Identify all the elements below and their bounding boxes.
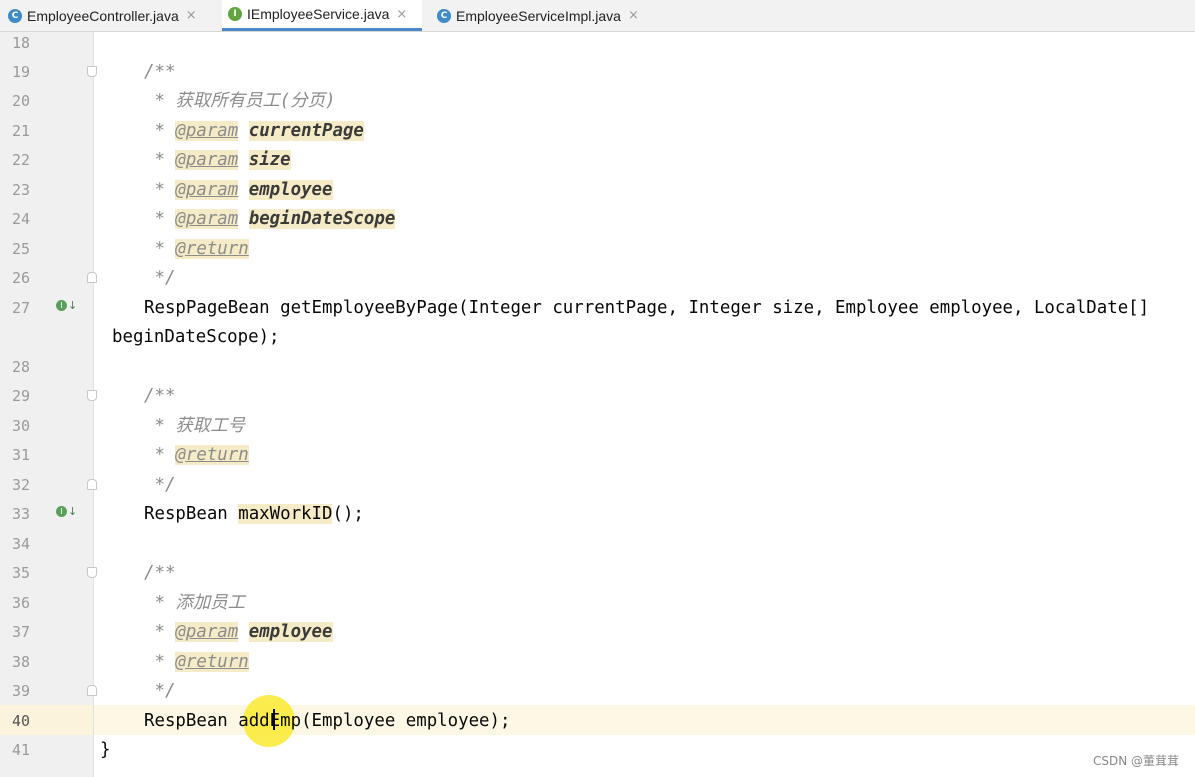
line-number: 22 [11,151,30,169]
line-number: 30 [11,417,30,435]
tab-employee-controller[interactable]: C EmployeeController.java × [8,0,220,31]
method-signature[interactable]: RespBean maxWorkID(); [144,503,364,525]
line-number: 25 [11,240,30,258]
javadoc-param: * @param employee [144,180,333,200]
method-signature-continuation[interactable]: beginDateScope); [112,326,280,348]
line-number: 31 [11,446,30,464]
class-file-icon: C [437,8,451,23]
text-caret [273,709,275,730]
line-number: 29 [11,387,30,405]
interface-file-icon: I [228,7,242,21]
javadoc-close: */ [144,268,176,288]
line-number: 20 [11,92,30,110]
javadoc-description: * 获取工号 [144,416,245,436]
line-number: 37 [11,623,30,641]
editor-tab-bar: C EmployeeController.java × I IEmployeeS… [0,0,1195,32]
close-icon[interactable]: × [396,7,407,22]
fold-marker-icon[interactable] [87,567,97,578]
line-number: 36 [11,594,30,612]
implemented-method-icon[interactable]: I ↓ [56,505,77,518]
javadoc-return: * @return [144,239,249,259]
javadoc-return: * @return [144,445,249,465]
close-icon[interactable]: × [186,8,197,23]
javadoc-open: /** [144,563,176,583]
line-number: 33 [11,505,30,523]
javadoc-close: */ [144,475,176,495]
line-number: 39 [11,682,30,700]
line-number: 26 [11,269,30,287]
line-number: 34 [11,535,30,553]
tab-employee-service-impl[interactable]: C EmployeeServiceImpl.java × [437,0,657,31]
line-number: 21 [11,122,30,140]
class-file-icon: C [8,8,22,23]
line-number: 23 [11,181,30,199]
tab-iemployee-service[interactable]: I IEmployeeService.java × [222,0,422,31]
method-signature[interactable]: RespBean addEmp(Employee employee); [144,710,510,732]
fold-marker-icon[interactable] [87,390,97,401]
javadoc-param: * @param currentPage [144,121,364,141]
line-number: 27 [11,299,30,317]
javadoc-param: * @param employee [144,622,333,642]
line-number: 32 [11,476,30,494]
line-number: 28 [11,358,30,376]
fold-marker-icon[interactable] [87,66,97,77]
implemented-method-icon[interactable]: I ↓ [56,299,77,312]
line-number: 35 [11,564,30,582]
method-signature[interactable]: RespPageBean getEmployeeByPage(Integer c… [144,297,1149,319]
fold-marker-icon[interactable] [87,479,97,490]
line-number: 40 [11,712,30,730]
line-number: 19 [11,63,30,81]
line-number: 24 [11,210,30,228]
tab-label: EmployeeServiceImpl.java [456,7,621,24]
close-icon[interactable]: × [628,8,639,23]
line-number: 38 [11,653,30,671]
fold-marker-icon[interactable] [87,685,97,696]
javadoc-close: */ [144,681,176,701]
javadoc-param: * @param size [144,150,291,170]
tab-label: EmployeeController.java [27,7,179,24]
watermark: CSDN @董茸茸 [1092,754,1179,768]
javadoc-description: * 添加员工 [144,593,245,613]
line-number: 18 [11,34,30,52]
javadoc-description: * 获取所有员工(分页) [144,91,336,111]
tab-label: IEmployeeService.java [247,6,390,22]
javadoc-param: * @param beginDateScope [144,209,396,229]
javadoc-return: * @return [144,652,249,672]
javadoc-open: /** [144,62,176,82]
closing-brace: } [100,740,111,760]
line-number: 41 [11,741,30,759]
javadoc-open: /** [144,386,176,406]
fold-marker-icon[interactable] [87,272,97,283]
